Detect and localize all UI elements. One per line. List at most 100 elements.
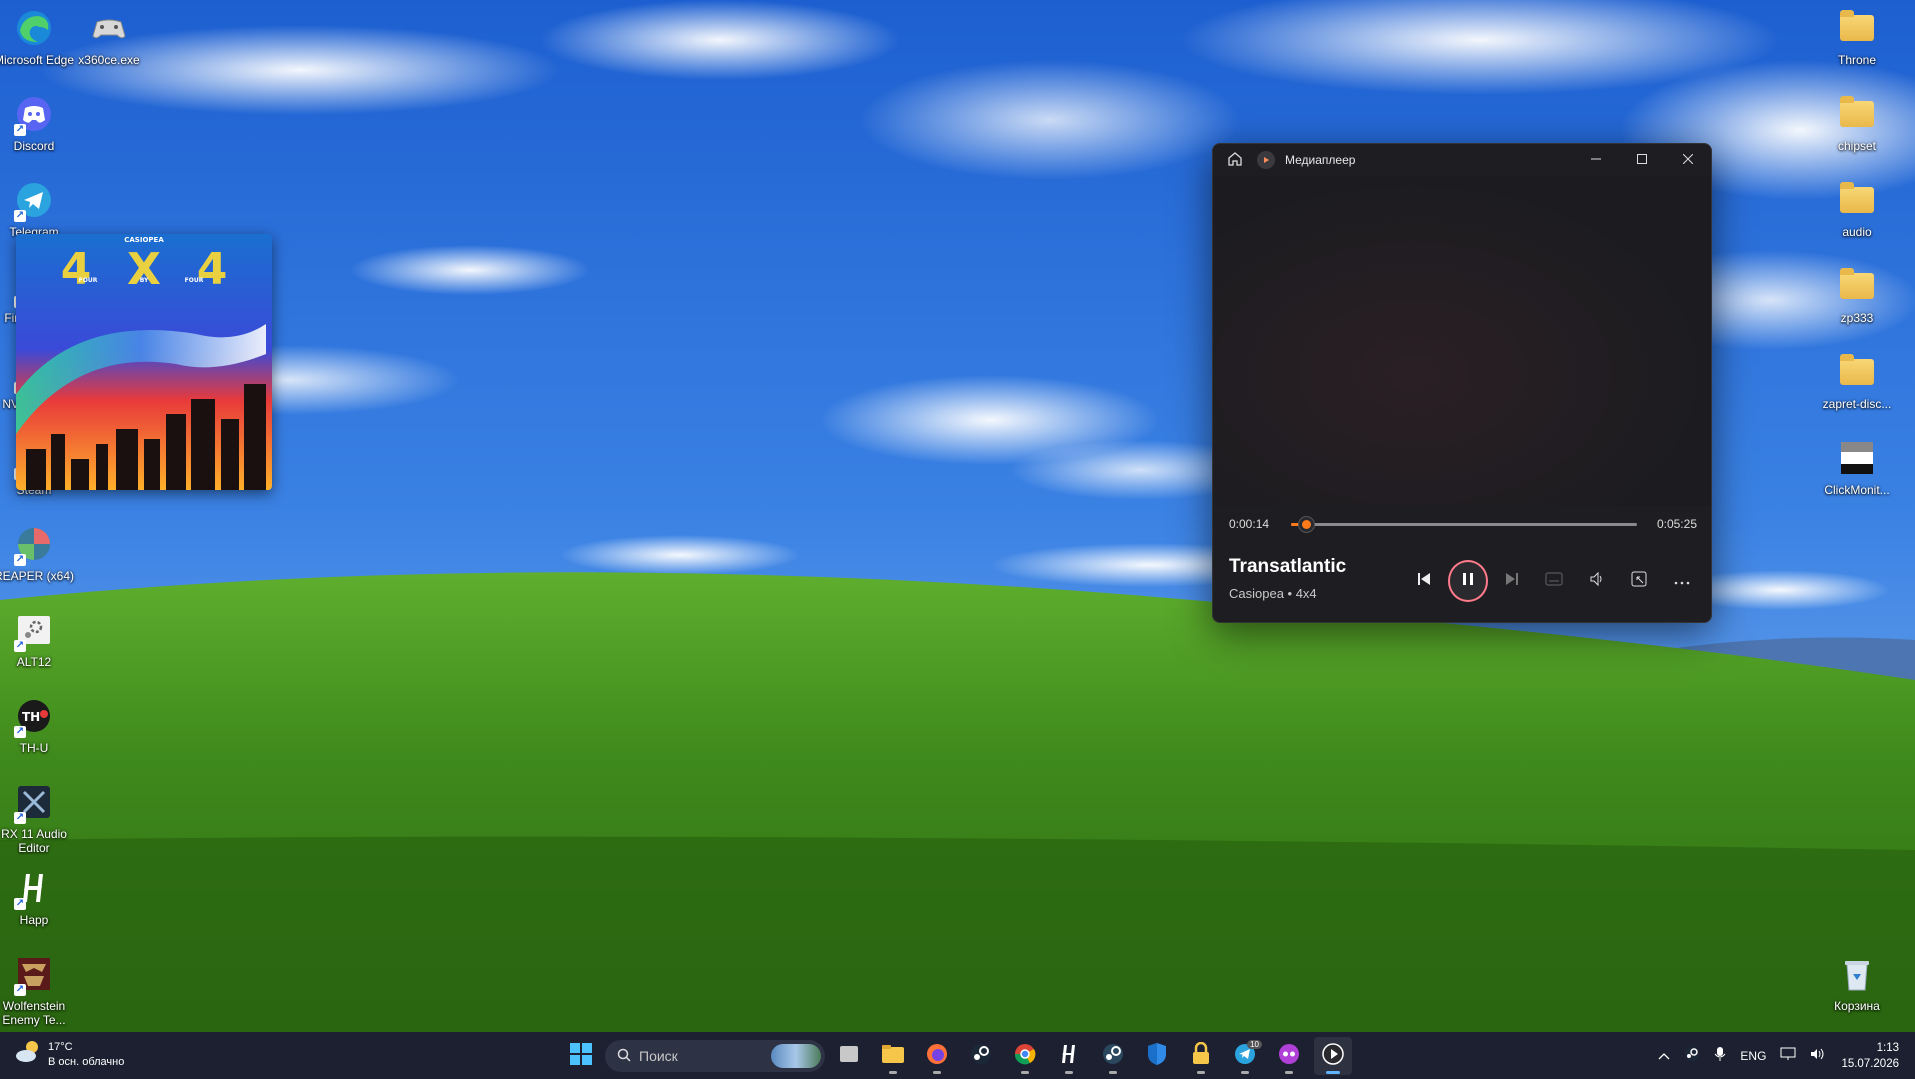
window-title: Медиаплеер: [1285, 153, 1356, 167]
pause-icon: [1461, 571, 1475, 592]
show-hidden-icons-button[interactable]: [1658, 1049, 1670, 1063]
desktop-icon-label: audio: [1842, 225, 1872, 239]
taskbar-steam[interactable]: [962, 1037, 1000, 1075]
happ-icon: [1058, 1043, 1080, 1070]
desktop-icon-label: TH-U: [19, 741, 49, 755]
running-indicator: [1197, 1071, 1205, 1074]
minimize-button[interactable]: [1573, 144, 1619, 176]
taskbar-happ[interactable]: [1050, 1037, 1088, 1075]
album-art-text: FOUR: [79, 277, 98, 284]
desktop-icon-edge[interactable]: Microsoft Edge: [0, 6, 75, 67]
taskbar-security[interactable]: [1138, 1037, 1176, 1075]
windows-logo-icon: [570, 1042, 592, 1070]
thu-icon: TH ↗: [12, 694, 56, 738]
gamepad-icon: [87, 6, 131, 50]
recycle-bin-icon: [1835, 952, 1879, 996]
clock[interactable]: 1:13 15.07.2026: [1841, 1040, 1899, 1072]
desktop-icon-chipset[interactable]: chipset: [1818, 92, 1896, 153]
next-button[interactable]: [1490, 559, 1533, 603]
running-indicator: [889, 1071, 897, 1074]
desktop-icon-happ[interactable]: ↗ Happ: [0, 866, 73, 927]
tray-network[interactable]: [1780, 1047, 1796, 1064]
close-button[interactable]: [1665, 144, 1711, 176]
clock-date: 15.07.2026: [1841, 1057, 1899, 1070]
desktop-icon-zp333[interactable]: zp333: [1818, 264, 1896, 325]
maximize-button[interactable]: [1619, 144, 1665, 176]
steam-icon: [1684, 1046, 1700, 1065]
desktop-icon-telegram[interactable]: ↗ Telegram: [0, 178, 73, 239]
desktop-icon-audio[interactable]: audio: [1818, 178, 1896, 239]
song-title[interactable]: Transatlantic: [1229, 556, 1346, 578]
svg-text:TH: TH: [22, 710, 40, 724]
mini-player-button[interactable]: [1618, 559, 1661, 603]
title-bar[interactable]: Медиаплеер: [1213, 144, 1711, 176]
telegram-icon: ↗: [12, 178, 56, 222]
edge-icon: [12, 6, 56, 50]
taskbar-discord[interactable]: [1270, 1037, 1308, 1075]
desktop-icon-discord[interactable]: ↗ Discord: [0, 92, 73, 153]
desktop-icon-rx11[interactable]: ↗ RX 11 Audio Editor: [0, 780, 73, 855]
start-button[interactable]: [562, 1037, 600, 1075]
subtitles-icon: [1545, 572, 1563, 591]
file-explorer-icon: [881, 1044, 905, 1069]
artist-album[interactable]: Casiopea • 4x4: [1229, 586, 1346, 601]
desktop-icon-throne[interactable]: Throne: [1818, 6, 1896, 67]
media-player-icon: [1321, 1042, 1345, 1071]
taskbar-firefox[interactable]: [918, 1037, 956, 1075]
desktop-icon-thu[interactable]: TH ↗ TH-U: [0, 694, 73, 755]
desktop-icon-recycle-bin[interactable]: Корзина: [1818, 952, 1896, 1013]
album-art-text: X: [127, 244, 161, 295]
desktop-icon-zapret[interactable]: zapret-disc...: [1818, 350, 1896, 411]
folder-icon: [1835, 350, 1879, 394]
desktop-icon-label: Discord: [13, 139, 55, 153]
lock-icon: [1191, 1041, 1211, 1071]
taskbar-chrome[interactable]: [1006, 1037, 1044, 1075]
tray-microphone[interactable]: [1714, 1046, 1726, 1065]
taskbar: 17°C В осн. облачно Поиск 10 ENG 1:13 15…: [0, 1032, 1915, 1079]
wolfenstein-icon: ↗: [12, 952, 56, 996]
taskbar-steam-2[interactable]: [1094, 1037, 1132, 1075]
taskbar-search[interactable]: Поиск: [605, 1040, 825, 1072]
desktop-icon-clickmonit[interactable]: ClickMonit...: [1818, 436, 1896, 497]
notification-badge: 10: [1247, 1040, 1262, 1049]
more-icon: [1674, 572, 1690, 590]
desktop-icon-alt12[interactable]: ↗ ALT12: [0, 608, 73, 669]
media-player-window: Медиаплеер 0:00:14 0:05:25 Transatlantic…: [1212, 143, 1712, 623]
desktop-icon-x360ce[interactable]: x360ce.exe: [70, 6, 148, 67]
desktop-icon-reaper[interactable]: ↗ REAPER (x64): [0, 522, 74, 583]
desktop-icon-label: Throne: [1837, 53, 1877, 67]
language-indicator[interactable]: ENG: [1740, 1049, 1766, 1063]
previous-button[interactable]: [1403, 559, 1446, 603]
next-icon: [1504, 571, 1520, 592]
running-indicator: [1285, 1071, 1293, 1074]
seek-bar[interactable]: [1291, 515, 1637, 533]
settings-icon: ↗: [12, 608, 56, 652]
desktop-icon-label: Happ: [19, 913, 49, 927]
running-indicator: [1326, 1071, 1340, 1074]
tray-volume[interactable]: [1810, 1047, 1826, 1064]
total-time: 0:05:25: [1656, 517, 1697, 531]
maximize-icon: [1637, 153, 1647, 167]
desktop-icon-label: Microsoft Edge: [0, 53, 75, 67]
tray-steam[interactable]: [1684, 1046, 1700, 1065]
desktop-icon-wolfenstein[interactable]: ↗ Wolfenstein Enemy Te...: [0, 952, 73, 1027]
previous-icon: [1416, 571, 1432, 592]
taskbar-telegram[interactable]: 10: [1226, 1037, 1264, 1075]
minimize-icon: [1591, 153, 1601, 167]
taskbar-keepass[interactable]: [1182, 1037, 1220, 1075]
subtitles-button[interactable]: [1533, 559, 1576, 603]
now-playing-area: [1213, 176, 1711, 506]
taskbar-file-explorer[interactable]: [874, 1037, 912, 1075]
taskbar-task-view[interactable]: [830, 1037, 868, 1075]
volume-button[interactable]: [1575, 559, 1618, 603]
taskbar-media-player[interactable]: [1314, 1037, 1352, 1075]
discord-icon: ↗: [12, 92, 56, 136]
mini-player-icon: [1631, 571, 1647, 592]
weather-widget[interactable]: 17°C В осн. облачно: [14, 1039, 124, 1070]
seek-bar-thumb[interactable]: [1297, 515, 1315, 533]
pause-button[interactable]: [1447, 560, 1489, 602]
home-button[interactable]: [1213, 151, 1257, 170]
shortcut-arrow-icon: ↗: [14, 898, 26, 910]
close-icon: [1682, 153, 1694, 167]
more-options-button[interactable]: [1660, 559, 1703, 603]
